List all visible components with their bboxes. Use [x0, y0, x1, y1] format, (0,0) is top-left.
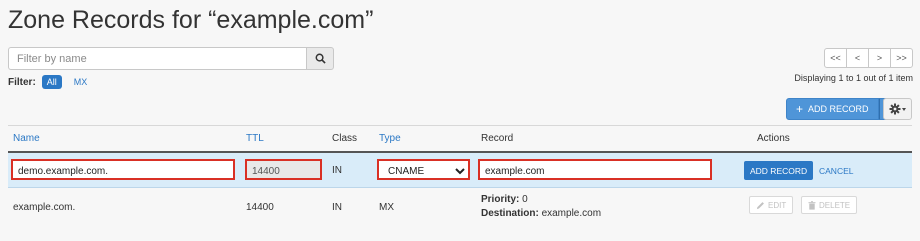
- destination-value: example.com: [541, 208, 602, 219]
- record-priority: Priority: 0: [481, 194, 528, 205]
- record-field-wrapper: [478, 159, 712, 180]
- name-field-wrapper: [11, 159, 235, 180]
- filter-label: Filter:: [8, 76, 36, 88]
- first-page-button[interactable]: <<: [824, 48, 847, 68]
- delete-button[interactable]: DELETE: [801, 196, 858, 214]
- save-record-button[interactable]: ADD RECORD: [744, 161, 814, 180]
- filter-all[interactable]: All: [41, 75, 62, 89]
- pencil-icon: [756, 201, 764, 209]
- destination-label: Destination:: [481, 208, 539, 219]
- name-field[interactable]: [13, 163, 233, 180]
- column-name[interactable]: Name: [13, 133, 40, 144]
- next-page-button[interactable]: >: [868, 48, 891, 68]
- ttl-field-wrapper: [245, 159, 322, 180]
- filter-bar: Filter: All MX: [8, 75, 87, 89]
- table-row: example.com. 14400 IN MX Priority: 0 Des…: [8, 188, 912, 226]
- add-record-button[interactable]: + ADD RECORD: [786, 98, 879, 120]
- record-field[interactable]: [480, 163, 710, 180]
- record-type: MX: [379, 202, 394, 213]
- pagination-status: Displaying 1 to 1 out of 1 item: [794, 73, 913, 83]
- add-record-group: + ADD RECORD: [786, 98, 895, 120]
- filter-mx[interactable]: MX: [74, 77, 88, 87]
- prev-page-button[interactable]: <: [846, 48, 869, 68]
- search-icon: [315, 53, 326, 64]
- priority-label: Priority:: [481, 194, 520, 205]
- class-value: IN: [332, 165, 342, 176]
- settings-button[interactable]: [883, 98, 912, 120]
- search-button[interactable]: [306, 47, 334, 70]
- gear-icon: [889, 103, 906, 115]
- page-title: Zone Records for “example.com”: [8, 6, 374, 34]
- cancel-button[interactable]: CANCEL: [819, 166, 853, 176]
- search-bar: [8, 47, 334, 70]
- plus-icon: +: [796, 102, 804, 116]
- type-select[interactable]: CNAME: [379, 163, 468, 180]
- search-input[interactable]: [8, 47, 306, 70]
- last-page-button[interactable]: >>: [890, 48, 913, 68]
- new-record-row: IN CNAME ADD RECORD CANCEL: [8, 153, 912, 188]
- pagination: << < > >>: [824, 48, 913, 68]
- record-ttl: 14400: [246, 202, 274, 213]
- column-type[interactable]: Type: [379, 133, 401, 144]
- ttl-field[interactable]: [247, 163, 320, 180]
- zone-records-table: Name TTL Class Type Record Actions IN CN…: [8, 125, 912, 226]
- add-record-label: ADD RECORD: [808, 104, 869, 114]
- column-actions: Actions: [757, 133, 790, 144]
- record-destination: Destination: example.com: [481, 208, 601, 219]
- type-select-wrapper: CNAME: [377, 159, 470, 180]
- priority-value: 0: [522, 194, 528, 205]
- edit-button[interactable]: EDIT: [749, 196, 794, 214]
- column-record: Record: [481, 133, 514, 144]
- column-class: Class: [332, 133, 358, 144]
- edit-label: EDIT: [768, 200, 787, 210]
- delete-label: DELETE: [819, 200, 851, 210]
- record-name: example.com.: [13, 202, 76, 213]
- table-header: Name TTL Class Type Record Actions: [8, 125, 912, 153]
- trash-icon: [808, 200, 816, 210]
- record-class: IN: [332, 202, 342, 213]
- column-ttl[interactable]: TTL: [246, 133, 264, 144]
